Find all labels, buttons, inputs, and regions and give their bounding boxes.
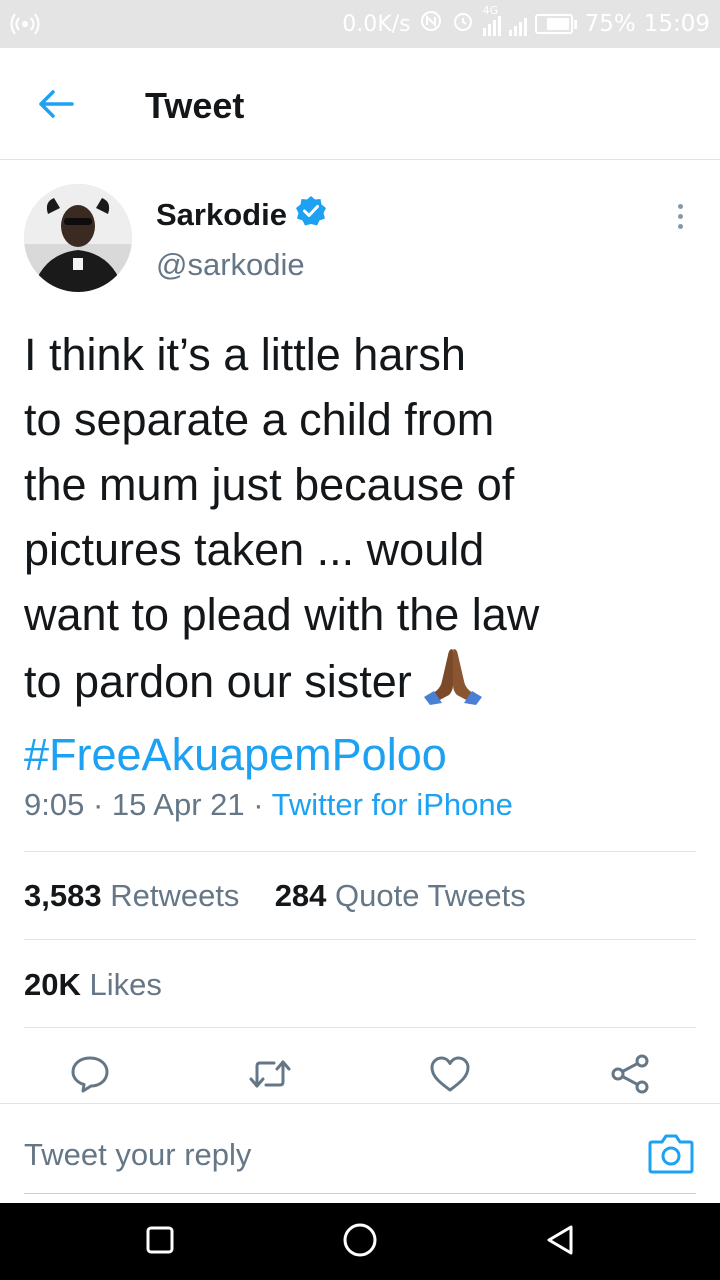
- battery-icon: [534, 14, 577, 34]
- tweet-text-line: want to plead with the law: [24, 589, 540, 640]
- tweet-text-line: I think it’s a little harsh: [24, 329, 466, 380]
- divider: [24, 939, 696, 940]
- top-app-bar: Tweet: [0, 48, 720, 160]
- nfc-icon: [419, 9, 443, 39]
- home-circle-icon: [342, 1222, 378, 1263]
- retweets-count: 3,583: [24, 878, 102, 913]
- like-button[interactable]: [428, 1054, 472, 1098]
- quote-tweets-stat[interactable]: 284 Quote Tweets: [275, 878, 526, 913]
- reply-input[interactable]: Tweet your reply: [24, 1136, 251, 1174]
- more-options-button[interactable]: [666, 198, 694, 234]
- retweet-icon: [248, 1056, 292, 1097]
- retweets-label: Retweets: [110, 878, 240, 913]
- meta-separator: ·: [253, 787, 264, 822]
- verified-badge-icon: [295, 195, 327, 235]
- divider: [24, 1027, 696, 1028]
- page-title: Tweet: [145, 85, 245, 126]
- network-badge: 4G: [482, 4, 499, 17]
- network-speed: 0.0K/s: [342, 11, 411, 37]
- more-vertical-icon: [677, 203, 683, 209]
- back-triangle-icon: [545, 1224, 575, 1261]
- back-button[interactable]: [34, 84, 78, 128]
- share-icon: [609, 1053, 651, 1100]
- retweets-stat[interactable]: 3,583 Retweets: [24, 878, 239, 913]
- recents-square-icon: [145, 1225, 175, 1260]
- system-back-button[interactable]: [539, 1221, 581, 1263]
- quotes-label: Quote Tweets: [335, 878, 526, 913]
- tweet-text-last-line: to pardon our sister: [24, 647, 644, 722]
- tweet-time: 9:05: [24, 787, 85, 822]
- tweet-text-line: the mum just because of: [24, 459, 515, 510]
- signal-icon: 4G: [482, 4, 527, 36]
- reply-composer: Tweet your reply: [0, 1103, 720, 1203]
- tweet-meta: 9:05 · 15 Apr 21 · Twitter for iPhone: [24, 786, 513, 824]
- tweet-date: 15 Apr 21: [111, 787, 245, 822]
- tweet-source-link[interactable]: Twitter for iPhone: [272, 787, 513, 822]
- folded-hands-emoji-icon: [422, 647, 484, 722]
- likes-stat[interactable]: 20K Likes: [24, 966, 162, 1004]
- share-button[interactable]: [608, 1054, 652, 1098]
- home-button[interactable]: [339, 1221, 381, 1263]
- divider: [24, 851, 696, 852]
- alarm-icon: [451, 9, 475, 39]
- likes-label: Likes: [89, 967, 162, 1002]
- likes-count: 20K: [24, 967, 81, 1002]
- retweet-quote-stats: 3,583 Retweets 284 Quote Tweets: [24, 877, 526, 915]
- author-handle[interactable]: @sarkodie: [156, 247, 305, 283]
- tweet-text-line: to separate a child from: [24, 394, 495, 445]
- avatar[interactable]: [24, 184, 132, 292]
- like-icon: [429, 1055, 471, 1098]
- retweet-button[interactable]: [248, 1054, 292, 1098]
- arrow-left-icon: [38, 89, 74, 124]
- author-name: Sarkodie: [156, 197, 287, 232]
- recents-button[interactable]: [139, 1221, 181, 1263]
- reply-button[interactable]: [68, 1054, 112, 1098]
- meta-separator: ·: [92, 787, 104, 822]
- clock: 15:09: [643, 11, 710, 37]
- tweet-text: I think it’s a little harsh to separate …: [24, 322, 644, 787]
- camera-icon: [648, 1134, 694, 1178]
- battery-percent: 75%: [584, 11, 636, 37]
- wifi-hotspot-icon: [10, 12, 40, 41]
- reply-icon: [70, 1055, 110, 1098]
- camera-button[interactable]: [648, 1132, 694, 1174]
- status-bar: 0.0K/s 4G 75% 15:09: [0, 0, 720, 48]
- tweet-text-line: pictures taken ... would: [24, 524, 485, 575]
- author-name-row[interactable]: Sarkodie: [156, 195, 327, 235]
- tweet-text-line: to pardon our sister: [24, 656, 412, 707]
- system-nav-bar: [0, 1203, 720, 1280]
- quotes-count: 284: [274, 878, 327, 913]
- hashtag-link[interactable]: #FreeAkuapemPoloo: [24, 722, 644, 787]
- reply-input-underline: [24, 1193, 696, 1194]
